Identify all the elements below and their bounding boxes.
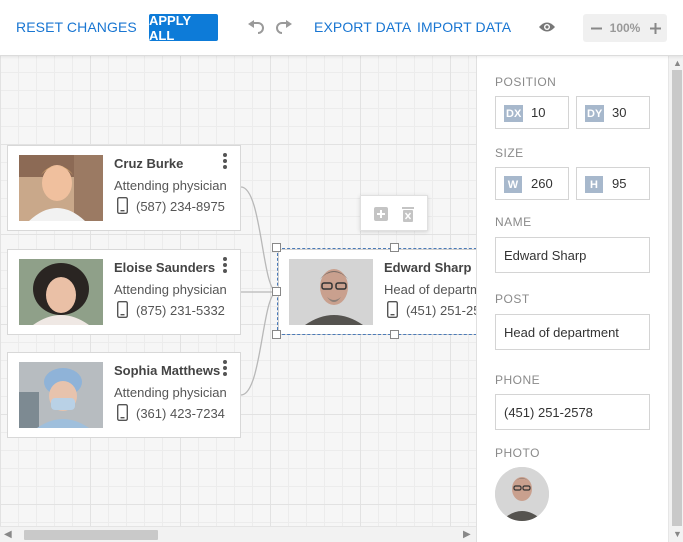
horizontal-scrollbar[interactable]: ◀ ▶ xyxy=(0,526,476,542)
toolbar: RESET CHANGES APPLY ALL EXPORT DATA IMPO… xyxy=(0,0,683,56)
apply-all-button[interactable]: APPLY ALL xyxy=(149,13,218,43)
phone-value: (451) 251-2578 xyxy=(504,405,593,420)
more-options-icon[interactable] xyxy=(221,153,229,169)
scroll-thumb[interactable] xyxy=(24,530,158,540)
scroll-right-icon[interactable]: ▶ xyxy=(463,529,471,540)
employee-phone: (587) 234-8975 xyxy=(136,199,225,214)
scroll-thumb[interactable] xyxy=(672,70,682,526)
import-data-button[interactable]: IMPORT DATA xyxy=(417,19,511,35)
position-label: POSITION xyxy=(495,75,557,89)
employee-phone: (875) 231-5332 xyxy=(136,303,225,318)
resize-handle[interactable] xyxy=(272,330,281,339)
employee-phone: (361) 423-7234 xyxy=(136,406,225,421)
redo-icon[interactable] xyxy=(273,16,295,38)
employee-photo xyxy=(19,362,103,428)
undo-icon[interactable] xyxy=(245,16,267,38)
phone-icon xyxy=(117,404,128,421)
dx-field[interactable]: DX 10 xyxy=(495,96,569,129)
employee-post: Attending physician xyxy=(114,385,227,400)
vertical-scrollbar[interactable]: ▲ ▼ xyxy=(668,56,683,542)
resize-handle[interactable] xyxy=(390,330,399,339)
zoom-level: 100% xyxy=(609,21,641,35)
employee-photo xyxy=(19,155,103,221)
employee-photo xyxy=(19,259,103,325)
name-field[interactable]: Edward Sharp xyxy=(495,237,650,273)
zoom-control: 100% xyxy=(583,14,667,42)
employee-name: Eloise Saunders xyxy=(114,260,216,275)
photo-avatar[interactable] xyxy=(495,467,549,521)
selection-frame xyxy=(277,248,476,335)
width-field[interactable]: W 260 xyxy=(495,167,569,200)
resize-handle[interactable] xyxy=(272,243,281,252)
post-field[interactable]: Head of department xyxy=(495,314,650,350)
delete-shape-icon[interactable] xyxy=(400,206,416,222)
name-value: Edward Sharp xyxy=(504,248,587,263)
diagram-canvas[interactable]: Cruz Burke Attending physician (587) 234… xyxy=(0,56,476,526)
employee-post: Attending physician xyxy=(114,282,227,297)
dy-field[interactable]: DY 30 xyxy=(576,96,650,129)
employee-name: Sophia Matthews xyxy=(114,363,221,378)
scroll-down-icon[interactable]: ▼ xyxy=(673,529,682,539)
properties-panel: POSITION DX 10 DY 30 SIZE W 260 H 95 NAM… xyxy=(476,56,683,542)
resize-handle[interactable] xyxy=(272,287,281,296)
dx-tag: DX xyxy=(504,105,524,122)
add-shape-icon[interactable] xyxy=(373,206,389,222)
photo-label: PHOTO xyxy=(495,446,540,460)
resize-handle[interactable] xyxy=(390,243,399,252)
more-options-icon[interactable] xyxy=(221,360,229,376)
employee-card[interactable]: Cruz Burke Attending physician (587) 234… xyxy=(7,145,241,231)
height-value: 95 xyxy=(612,176,627,191)
post-label: POST xyxy=(495,292,530,306)
zoom-out-icon[interactable] xyxy=(585,14,607,42)
export-data-button[interactable]: EXPORT DATA xyxy=(314,19,411,35)
dy-value: 30 xyxy=(612,105,627,120)
employee-name: Cruz Burke xyxy=(114,156,184,171)
height-field[interactable]: H 95 xyxy=(576,167,650,200)
shape-context-toolbar xyxy=(360,195,428,231)
name-label: NAME xyxy=(495,215,532,229)
width-value: 260 xyxy=(531,176,553,191)
scroll-up-icon[interactable]: ▲ xyxy=(673,58,682,68)
employee-card[interactable]: Sophia Matthews Attending physician (361… xyxy=(7,352,241,438)
width-tag: W xyxy=(504,176,522,193)
employee-post: Attending physician xyxy=(114,178,227,193)
more-options-icon[interactable] xyxy=(221,257,229,273)
reset-changes-button[interactable]: RESET CHANGES xyxy=(16,19,137,35)
zoom-in-icon[interactable] xyxy=(644,14,666,42)
scroll-left-icon[interactable]: ◀ xyxy=(4,529,12,540)
phone-icon xyxy=(117,301,128,318)
phone-label: PHONE xyxy=(495,373,541,387)
phone-icon xyxy=(117,197,128,214)
dy-tag: DY xyxy=(585,105,605,122)
dx-value: 10 xyxy=(531,105,546,120)
employee-card[interactable]: Eloise Saunders Attending physician (875… xyxy=(7,249,241,335)
eye-icon[interactable] xyxy=(536,16,558,38)
phone-field[interactable]: (451) 251-2578 xyxy=(495,394,650,430)
size-label: SIZE xyxy=(495,146,524,160)
height-tag: H xyxy=(585,176,603,193)
post-value: Head of department xyxy=(504,325,619,340)
